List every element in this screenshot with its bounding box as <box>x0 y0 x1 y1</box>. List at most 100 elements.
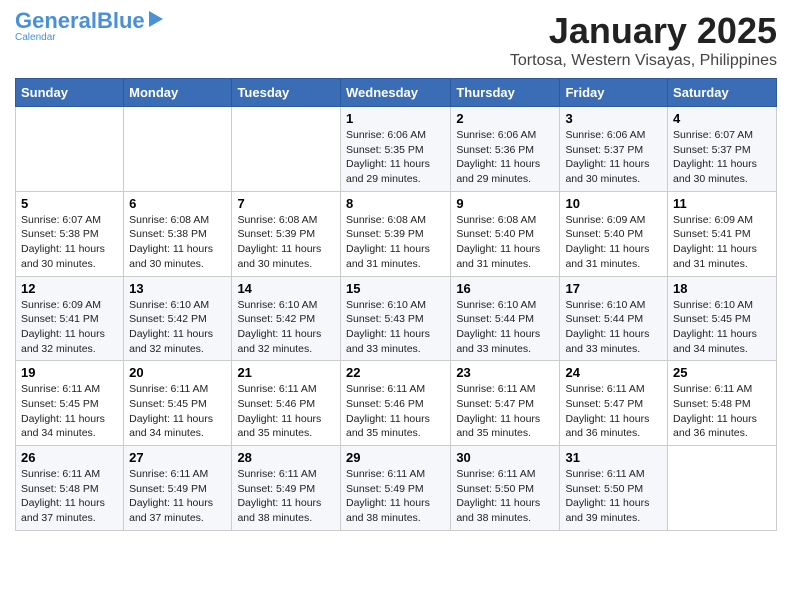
day-detail: Sunrise: 6:08 AMSunset: 5:38 PMDaylight:… <box>129 213 226 272</box>
page-header: GeneralBlue Calendar January 2025 Tortos… <box>15 10 777 70</box>
day-number: 23 <box>456 365 554 380</box>
day-number: 1 <box>346 111 445 126</box>
week-row-4: 19 Sunrise: 6:11 AMSunset: 5:45 PMDayligh… <box>16 361 777 446</box>
day-detail: Sunrise: 6:11 AMSunset: 5:49 PMDaylight:… <box>346 467 445 526</box>
day-detail: Sunrise: 6:11 AMSunset: 5:47 PMDaylight:… <box>565 382 662 441</box>
day-detail: Sunrise: 6:11 AMSunset: 5:45 PMDaylight:… <box>129 382 226 441</box>
day-cell: 9 Sunrise: 6:08 AMSunset: 5:40 PMDaylight… <box>451 191 560 276</box>
day-cell: 5Sunrise: 6:07 AMSunset: 5:38 PMDaylight… <box>16 191 124 276</box>
day-detail: Sunrise: 6:10 AMSunset: 5:42 PMDaylight:… <box>129 298 226 357</box>
day-number: 11 <box>673 196 771 211</box>
day-detail: Sunrise: 6:08 AMSunset: 5:39 PMDaylight:… <box>237 213 335 272</box>
day-number: 22 <box>346 365 445 380</box>
week-row-1: 1 Sunrise: 6:06 AMSunset: 5:35 PMDaylight… <box>16 107 777 192</box>
day-cell: 20 Sunrise: 6:11 AMSunset: 5:45 PMDayligh… <box>124 361 232 446</box>
day-cell: 28Sunrise: 6:11 AMSunset: 5:49 PMDayligh… <box>232 446 341 531</box>
day-cell: 19 Sunrise: 6:11 AMSunset: 5:45 PMDayligh… <box>16 361 124 446</box>
day-cell: 1 Sunrise: 6:06 AMSunset: 5:35 PMDaylight… <box>340 107 450 192</box>
day-number: 10 <box>565 196 662 211</box>
day-cell: 4 Sunrise: 6:07 AMSunset: 5:37 PMDaylight… <box>668 107 777 192</box>
logo: GeneralBlue Calendar <box>15 10 165 43</box>
day-number: 31 <box>565 450 662 465</box>
header-wednesday: Wednesday <box>340 79 450 107</box>
day-cell: 30 Sunrise: 6:11 AMSunset: 5:50 PMDayligh… <box>451 446 560 531</box>
day-cell: 26 Sunrise: 6:11 AMSunset: 5:48 PMDayligh… <box>16 446 124 531</box>
header-thursday: Thursday <box>451 79 560 107</box>
day-cell: 12 Sunrise: 6:09 AMSunset: 5:41 PMDayligh… <box>16 276 124 361</box>
day-detail: Sunrise: 6:10 AMSunset: 5:45 PMDaylight:… <box>673 298 771 357</box>
day-cell: 24Sunrise: 6:11 AMSunset: 5:47 PMDayligh… <box>560 361 668 446</box>
day-number: 15 <box>346 281 445 296</box>
day-detail: Sunrise: 6:11 AMSunset: 5:45 PMDaylight:… <box>21 382 118 441</box>
week-row-2: 5Sunrise: 6:07 AMSunset: 5:38 PMDaylight… <box>16 191 777 276</box>
day-detail: Sunrise: 6:10 AMSunset: 5:44 PMDaylight:… <box>565 298 662 357</box>
day-number: 4 <box>673 111 771 126</box>
day-detail: Sunrise: 6:08 AMSunset: 5:39 PMDaylight:… <box>346 213 445 272</box>
day-number: 12 <box>21 281 118 296</box>
day-number: 26 <box>21 450 118 465</box>
day-detail: Sunrise: 6:06 AMSunset: 5:36 PMDaylight:… <box>456 128 554 187</box>
day-detail: Sunrise: 6:09 AMSunset: 5:40 PMDaylight:… <box>565 213 662 272</box>
day-number: 16 <box>456 281 554 296</box>
day-detail: Sunrise: 6:10 AMSunset: 5:44 PMDaylight:… <box>456 298 554 357</box>
day-cell: 11 Sunrise: 6:09 AMSunset: 5:41 PMDayligh… <box>668 191 777 276</box>
header-row: SundayMondayTuesdayWednesdayThursdayFrid… <box>16 79 777 107</box>
day-cell: 7Sunrise: 6:08 AMSunset: 5:39 PMDaylight… <box>232 191 341 276</box>
day-number: 17 <box>565 281 662 296</box>
header-sunday: Sunday <box>16 79 124 107</box>
day-cell <box>232 107 341 192</box>
day-cell: 15 Sunrise: 6:10 AMSunset: 5:43 PMDayligh… <box>340 276 450 361</box>
day-number: 13 <box>129 281 226 296</box>
day-number: 9 <box>456 196 554 211</box>
day-detail: Sunrise: 6:11 AMSunset: 5:50 PMDaylight:… <box>565 467 662 526</box>
day-detail: Sunrise: 6:11 AMSunset: 5:48 PMDaylight:… <box>21 467 118 526</box>
day-cell: 3 Sunrise: 6:06 AMSunset: 5:37 PMDaylight… <box>560 107 668 192</box>
day-number: 2 <box>456 111 554 126</box>
day-number: 25 <box>673 365 771 380</box>
day-detail: Sunrise: 6:11 AMSunset: 5:50 PMDaylight:… <box>456 467 554 526</box>
day-detail: Sunrise: 6:09 AMSunset: 5:41 PMDaylight:… <box>21 298 118 357</box>
day-cell: 17 Sunrise: 6:10 AMSunset: 5:44 PMDayligh… <box>560 276 668 361</box>
day-detail: Sunrise: 6:10 AMSunset: 5:43 PMDaylight:… <box>346 298 445 357</box>
week-row-3: 12 Sunrise: 6:09 AMSunset: 5:41 PMDayligh… <box>16 276 777 361</box>
header-friday: Friday <box>560 79 668 107</box>
day-cell: 27 Sunrise: 6:11 AMSunset: 5:49 PMDayligh… <box>124 446 232 531</box>
calendar-title: January 2025 <box>510 10 777 52</box>
day-detail: Sunrise: 6:09 AMSunset: 5:41 PMDaylight:… <box>673 213 771 272</box>
day-cell: 8Sunrise: 6:08 AMSunset: 5:39 PMDaylight… <box>340 191 450 276</box>
day-number: 30 <box>456 450 554 465</box>
day-number: 21 <box>237 365 335 380</box>
day-cell <box>16 107 124 192</box>
day-cell: 21Sunrise: 6:11 AMSunset: 5:46 PMDayligh… <box>232 361 341 446</box>
header-tuesday: Tuesday <box>232 79 341 107</box>
logo-text: GeneralBlue <box>15 10 145 32</box>
header-monday: Monday <box>124 79 232 107</box>
calendar-table: SundayMondayTuesdayWednesdayThursdayFrid… <box>15 78 777 531</box>
day-detail: Sunrise: 6:11 AMSunset: 5:49 PMDaylight:… <box>129 467 226 526</box>
day-number: 3 <box>565 111 662 126</box>
day-cell: 25 Sunrise: 6:11 AMSunset: 5:48 PMDayligh… <box>668 361 777 446</box>
header-saturday: Saturday <box>668 79 777 107</box>
day-cell: 10 Sunrise: 6:09 AMSunset: 5:40 PMDayligh… <box>560 191 668 276</box>
day-cell: 2 Sunrise: 6:06 AMSunset: 5:36 PMDaylight… <box>451 107 560 192</box>
day-cell: 23Sunrise: 6:11 AMSunset: 5:47 PMDayligh… <box>451 361 560 446</box>
day-number: 28 <box>237 450 335 465</box>
calendar-subtitle: Tortosa, Western Visayas, Philippines <box>510 52 777 70</box>
day-number: 19 <box>21 365 118 380</box>
day-number: 18 <box>673 281 771 296</box>
day-number: 27 <box>129 450 226 465</box>
day-cell: 16 Sunrise: 6:10 AMSunset: 5:44 PMDayligh… <box>451 276 560 361</box>
day-detail: Sunrise: 6:07 AMSunset: 5:38 PMDaylight:… <box>21 213 118 272</box>
day-detail: Sunrise: 6:11 AMSunset: 5:46 PMDaylight:… <box>346 382 445 441</box>
day-detail: Sunrise: 6:06 AMSunset: 5:37 PMDaylight:… <box>565 128 662 187</box>
day-detail: Sunrise: 6:07 AMSunset: 5:37 PMDaylight:… <box>673 128 771 187</box>
day-detail: Sunrise: 6:08 AMSunset: 5:40 PMDaylight:… <box>456 213 554 272</box>
week-row-5: 26 Sunrise: 6:11 AMSunset: 5:48 PMDayligh… <box>16 446 777 531</box>
day-cell <box>124 107 232 192</box>
day-detail: Sunrise: 6:11 AMSunset: 5:48 PMDaylight:… <box>673 382 771 441</box>
day-cell: 6Sunrise: 6:08 AMSunset: 5:38 PMDaylight… <box>124 191 232 276</box>
day-cell: 14Sunrise: 6:10 AMSunset: 5:42 PMDayligh… <box>232 276 341 361</box>
day-detail: Sunrise: 6:06 AMSunset: 5:35 PMDaylight:… <box>346 128 445 187</box>
day-number: 20 <box>129 365 226 380</box>
day-detail: Sunrise: 6:10 AMSunset: 5:42 PMDaylight:… <box>237 298 335 357</box>
